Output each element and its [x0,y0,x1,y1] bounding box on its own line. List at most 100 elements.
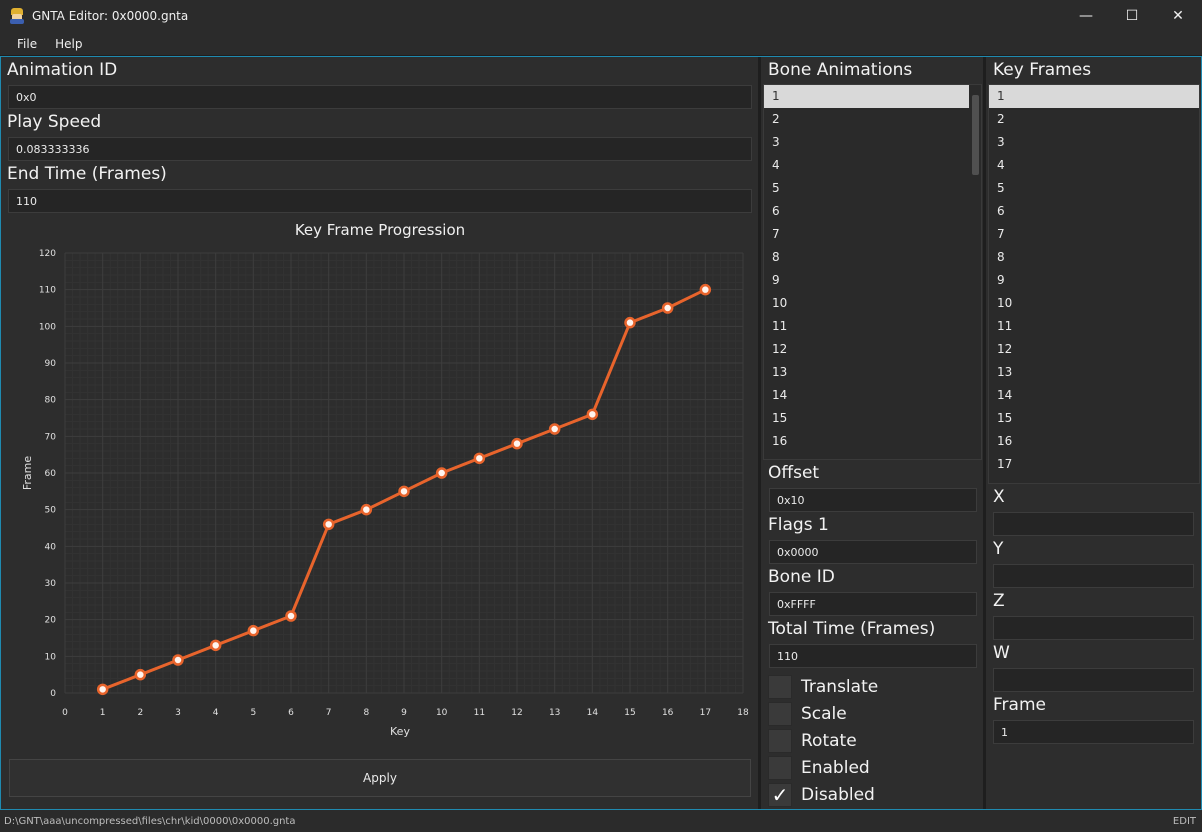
y-tick-label: 70 [45,432,57,442]
flags-field[interactable]: 0x0000 [769,540,977,564]
y-tick-label: 20 [45,616,57,626]
bone-animation-item[interactable]: 14 [764,384,969,407]
checkbox-label: Translate [801,677,879,697]
flags-label: Flags 1 [768,515,829,535]
data-point [699,283,712,296]
bone-animations-list[interactable]: 1 2 3 4 5 6 7 8 9 10 11 12 13 14 15 16 [763,84,982,460]
bone-animation-item[interactable]: 4 [764,154,969,177]
total-time-field[interactable]: 110 [769,644,977,668]
offset-field[interactable]: 0x10 [769,488,977,512]
bone-animations-label: Bone Animations [768,60,913,80]
y-tick-label: 80 [45,396,57,406]
key-frame-item[interactable]: 16 [989,430,1199,453]
bone-animation-item[interactable]: 6 [764,200,969,223]
bone-animation-item[interactable]: 13 [764,361,969,384]
key-frame-item[interactable]: 12 [989,338,1199,361]
bone-animation-item[interactable]: 3 [764,131,969,154]
y-tick-label: 100 [39,322,56,332]
checkbox-row[interactable]: Scale [768,701,847,727]
x-tick-label: 0 [62,708,68,718]
z-label: Z [993,591,1005,611]
frame-field[interactable]: 1 [993,720,1194,744]
menu-help[interactable]: Help [46,37,91,51]
bone-animation-item[interactable]: 10 [764,292,969,315]
checkbox-row[interactable]: Translate [768,674,878,700]
key-frame-item[interactable]: 9 [989,269,1199,292]
data-point [435,467,448,479]
window-title: GNTA Editor: 0x0000.gnta [32,9,189,23]
animation-id-label: Animation ID [7,60,118,80]
data-point [172,654,184,666]
end-time-field[interactable]: 110 [8,189,752,213]
bone-animation-item[interactable]: 2 [764,108,969,131]
apply-button[interactable]: Apply [9,759,751,797]
splitter-right[interactable] [983,57,986,809]
data-point [624,316,636,329]
bone-animation-item[interactable]: 1 [764,85,969,108]
key-frame-item[interactable]: 6 [989,200,1199,223]
bone-animation-item[interactable]: 8 [764,246,969,269]
checkbox-label: Scale [801,704,847,724]
key-frame-item[interactable]: 2 [989,108,1199,131]
status-mode: EDIT [1172,815,1196,827]
key-frame-item[interactable]: 17 [989,453,1199,476]
checkbox[interactable] [768,702,792,726]
animation-id-field[interactable]: 0x0 [8,85,752,109]
key-frames-list[interactable]: 1 2 3 4 5 6 7 8 9 10 11 12 13 14 15 16 17 [988,84,1200,484]
checkbox-row[interactable]: ✓ Disabled [768,782,875,808]
checkbox-row[interactable]: Enabled [768,755,870,781]
splitter-left[interactable] [758,57,761,809]
key-frame-item[interactable]: 5 [989,177,1199,200]
key-frame-item[interactable]: 11 [989,315,1199,338]
key-frame-item[interactable]: 3 [989,131,1199,154]
w-field[interactable] [993,668,1194,692]
close-button[interactable]: ✕ [1155,0,1201,32]
key-frame-item[interactable]: 1 [989,85,1199,108]
bone-animation-item[interactable]: 15 [764,407,969,430]
key-frame-item[interactable]: 4 [989,154,1199,177]
key-frame-item[interactable]: 14 [989,384,1199,407]
x-tick-label: 13 [549,708,560,718]
scroll-thumb[interactable] [972,95,979,175]
y-label: Y [993,539,1004,559]
bone-id-label: Bone ID [768,567,835,587]
checkbox[interactable] [768,756,792,780]
play-speed-field[interactable]: 0.083333336 [8,137,752,161]
bone-animation-item[interactable]: 5 [764,177,969,200]
key-frame-item[interactable]: 15 [989,407,1199,430]
minimize-button[interactable]: — [1063,0,1109,32]
chart-title: Key Frame Progression [294,221,466,239]
bone-animation-item[interactable]: 7 [764,223,969,246]
bone-animation-item[interactable]: 16 [764,430,969,453]
key-frame-item[interactable]: 7 [989,223,1199,246]
z-field[interactable] [993,616,1194,640]
data-point [322,518,335,531]
w-label: W [993,643,1010,663]
checkbox-label: Rotate [801,731,857,751]
bone-list-scrollbar[interactable] [971,85,979,459]
x-tick-label: 16 [662,708,674,718]
bone-animation-item[interactable]: 12 [764,338,969,361]
maximize-button[interactable]: ☐ [1109,0,1155,32]
checkbox-label: Enabled [801,758,870,778]
bone-animation-item[interactable]: 9 [764,269,969,292]
app-icon [9,8,25,24]
checkbox-row[interactable]: Rotate [768,728,857,754]
key-frame-item[interactable]: 10 [989,292,1199,315]
key-frame-item[interactable]: 13 [989,361,1199,384]
checkbox[interactable] [768,675,792,699]
x-tick-label: 3 [175,708,181,718]
bone-animation-item[interactable]: 11 [764,315,969,338]
offset-label: Offset [768,463,820,483]
y-tick-label: 60 [45,469,57,479]
x-label: X [993,487,1005,507]
bone-id-field[interactable]: 0xFFFF [769,592,977,616]
checkbox[interactable] [768,729,792,753]
menu-file[interactable]: File [0,37,46,51]
x-tick-label: 9 [401,708,407,718]
x-field[interactable] [993,512,1194,536]
key-frame-item[interactable]: 8 [989,246,1199,269]
y-field[interactable] [993,564,1194,588]
frame-label: Frame [993,695,1046,715]
checkbox[interactable]: ✓ [768,783,792,807]
